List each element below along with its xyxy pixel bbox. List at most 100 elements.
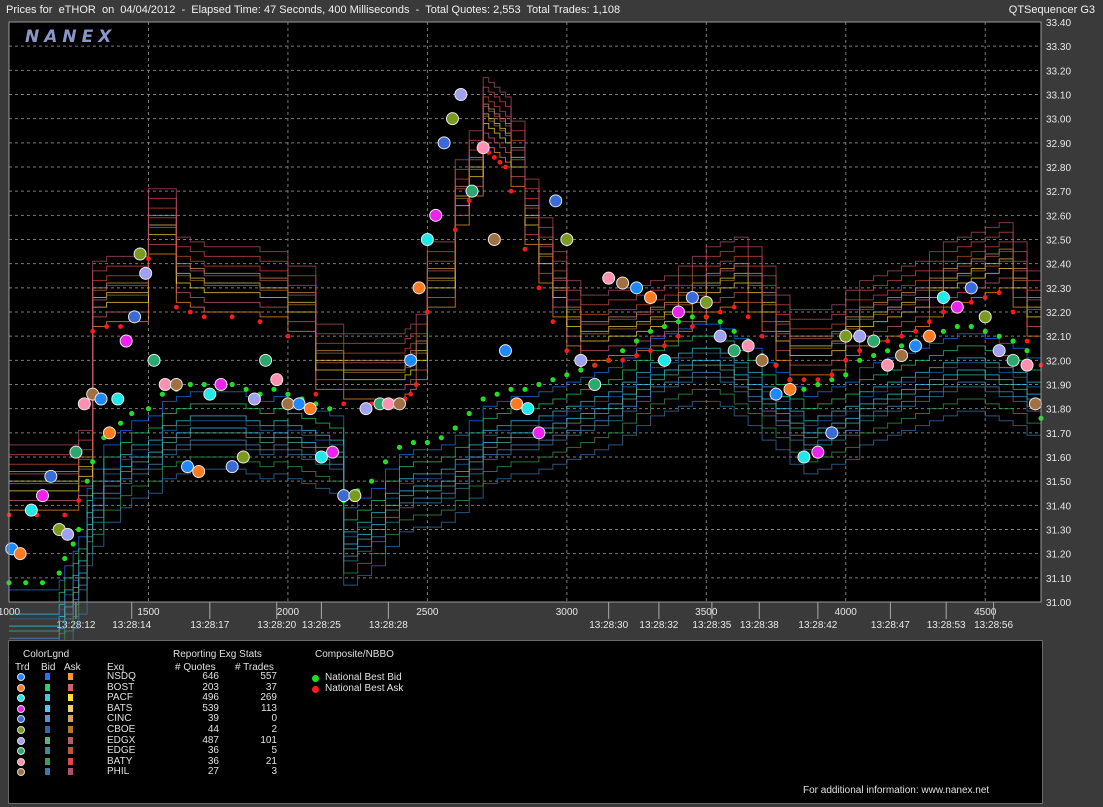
trade-point	[381, 397, 395, 411]
nbbo-bid-label: National Best Bid	[325, 672, 402, 683]
trade-point	[225, 460, 239, 474]
nbbo-bid-point	[62, 555, 68, 562]
nbbo-ask-label: National Best Ask	[325, 683, 404, 694]
trade-point	[922, 329, 936, 343]
nbbo-bid-point	[243, 386, 249, 392]
exchange-quotes: 203	[202, 681, 219, 693]
ask-swatch	[68, 757, 73, 765]
nbbo-bid-point	[536, 381, 542, 388]
trade-point	[303, 402, 317, 416]
y-tick-label: 32.10	[1046, 332, 1071, 343]
nbbo-bid-point	[90, 459, 96, 465]
x-time-label: 13:28:25	[302, 620, 341, 631]
trade-point	[420, 233, 434, 246]
nbbo-ask-point	[564, 348, 570, 354]
nbbo-ask-point	[104, 324, 110, 329]
exchange-quotes: 39	[207, 713, 219, 725]
nbbo-ask-swatch	[312, 686, 319, 693]
nbbo-bid-point	[424, 439, 430, 446]
nbbo-ask-point	[689, 324, 695, 329]
nbbo-ask-point	[118, 324, 123, 329]
trade-point	[881, 358, 895, 372]
ask-swatch	[68, 747, 73, 755]
y-tick-label: 33.10	[1046, 91, 1071, 102]
nbbo-bid-point	[396, 444, 403, 450]
trade-point	[454, 88, 468, 101]
nbbo-bid-point	[633, 338, 640, 344]
trade-point	[35, 489, 49, 503]
legend-col-ask: Ask	[64, 662, 81, 673]
bid-swatch	[45, 747, 50, 755]
trade-point	[259, 353, 273, 367]
trade-swatch	[17, 683, 25, 692]
nbbo-bid-point	[564, 372, 570, 378]
trade-point	[825, 426, 839, 440]
trade-point	[978, 310, 992, 324]
trade-point	[465, 184, 479, 198]
trade-point	[713, 329, 727, 343]
nbbo-ask-point	[662, 343, 667, 349]
y-tick-label: 31.80	[1046, 405, 1071, 416]
nbbo-bid-point	[438, 435, 444, 441]
nbbo-bid-point	[675, 319, 682, 325]
nbbo-ask-point	[146, 256, 151, 262]
x-time-label: 13:28:32	[639, 620, 678, 631]
trade-point	[811, 445, 825, 459]
y-tick-label: 32.80	[1046, 163, 1071, 174]
y-tick-label: 32.40	[1046, 260, 1071, 271]
y-tick-label: 32.20	[1046, 308, 1071, 319]
nbbo-ask-point	[313, 391, 319, 397]
nbbo-ask-point	[1024, 338, 1030, 344]
y-tick-label: 31.20	[1046, 550, 1071, 561]
nbbo-ask-point	[285, 333, 291, 339]
trade-point	[337, 489, 351, 503]
trade-point	[429, 208, 443, 222]
y-tick-label: 32.00	[1046, 356, 1071, 367]
nbbo-ask-point	[452, 227, 458, 233]
nbbo-bid-point	[76, 526, 82, 533]
trade-point	[510, 397, 524, 411]
legend-panel: ColorLgnd Trd Bid Ask Exq Reporting Exg …	[8, 640, 1043, 804]
exchange-code: NSDQ	[107, 671, 136, 682]
y-tick-label: 31.50	[1046, 477, 1071, 488]
trade-point	[602, 271, 616, 285]
exchange-trades: 2	[271, 724, 277, 735]
x-time-label: 13:28:28	[369, 620, 408, 631]
nbbo-bid-point	[522, 386, 528, 392]
nbbo-ask-point	[676, 333, 681, 339]
bid-swatch	[45, 683, 50, 691]
trade-point	[769, 387, 783, 401]
nbbo-ask-point	[201, 314, 207, 320]
nbbo-ask-point	[648, 348, 653, 354]
trade-point	[560, 233, 574, 246]
trade-point	[657, 353, 671, 367]
bid-swatch	[45, 704, 50, 712]
trade-swatch	[17, 747, 25, 756]
trade-point	[77, 397, 91, 411]
x-time-label: 13:28:17	[190, 620, 229, 631]
trade-point	[671, 305, 685, 319]
trade-point	[616, 276, 630, 290]
nbbo-bid-point	[954, 323, 960, 330]
nbbo-ask-point	[606, 357, 612, 363]
trade-point	[992, 344, 1006, 358]
nbbo-ask-point	[717, 309, 723, 315]
nbbo-bid-point	[550, 377, 556, 383]
x-sequence-label: 2500	[416, 607, 439, 618]
nbbo-title: Composite/NBBO	[315, 649, 394, 660]
nbbo-bid-point	[689, 314, 695, 320]
trade-point	[348, 489, 362, 503]
price-chart: NANEX 31.00 31.10 31.20 31.30 31.40 31.50 31.60…	[0, 18, 1071, 640]
y-tick-label: 33.00	[1046, 115, 1071, 126]
nbbo-bid-point	[159, 391, 166, 397]
x-time-label: 13:28:56	[974, 620, 1013, 631]
nbbo-bid-point	[56, 570, 62, 576]
nbbo-bid-point	[84, 478, 90, 484]
exchange-trades: 269	[260, 692, 277, 704]
nbbo-ask-point	[424, 309, 430, 315]
nbbo-bid-point	[229, 381, 235, 388]
nbbo-ask-point	[1010, 309, 1016, 315]
exchange-code: CBOE	[107, 724, 136, 735]
x-time-label: 13:28:14	[112, 620, 151, 631]
nbbo-ask-point	[503, 164, 508, 170]
